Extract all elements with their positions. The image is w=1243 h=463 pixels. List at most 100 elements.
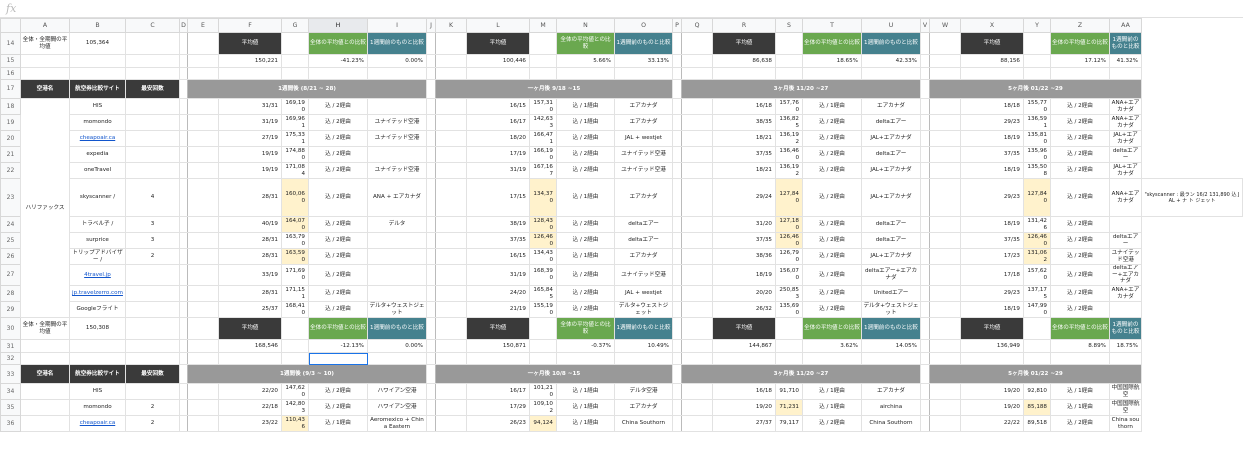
airline[interactable]: ハワイアン空港: [367, 383, 427, 401]
column-separator[interactable]: [920, 114, 930, 131]
column-separator[interactable]: [920, 248, 930, 265]
cell[interactable]: [187, 285, 219, 303]
stops[interactable]: 込 / 2経由: [556, 301, 615, 319]
column-separator[interactable]: [179, 399, 188, 417]
column-separator[interactable]: [672, 146, 682, 163]
period-header[interactable]: 1週間後 (8/21 ~ 28): [187, 79, 427, 99]
column-header-s[interactable]: S: [775, 18, 803, 33]
price[interactable]: 171,151: [281, 285, 309, 303]
column-header-c[interactable]: C: [125, 18, 180, 33]
cell[interactable]: [614, 67, 673, 80]
price[interactable]: 171,690: [281, 263, 309, 287]
column-separator[interactable]: [179, 263, 188, 287]
column-separator[interactable]: [179, 54, 188, 68]
cell[interactable]: [281, 352, 309, 366]
cell[interactable]: [218, 352, 282, 366]
column-separator[interactable]: [179, 248, 188, 265]
cell[interactable]: [929, 98, 961, 115]
dates[interactable]: 17/29: [466, 399, 530, 417]
stops[interactable]: 込 / 2経由: [1050, 162, 1110, 179]
column-separator[interactable]: [426, 114, 436, 131]
cell[interactable]: [802, 352, 862, 366]
dates[interactable]: 22/22: [960, 415, 1024, 433]
airline[interactable]: [367, 285, 427, 303]
column-separator[interactable]: [426, 98, 436, 115]
dates[interactable]: 33/19: [218, 263, 282, 287]
cell[interactable]: [281, 317, 309, 341]
column-header-k[interactable]: K: [435, 18, 467, 33]
cell[interactable]: [929, 339, 961, 354]
price[interactable]: 142,803: [281, 399, 309, 417]
stops[interactable]: 込 / 2経由: [802, 216, 862, 233]
cell[interactable]: [529, 339, 557, 354]
cell[interactable]: [435, 162, 467, 179]
dates[interactable]: 20/20: [712, 285, 776, 303]
price[interactable]: 164,070: [281, 216, 309, 233]
dates[interactable]: 18/19: [960, 301, 1024, 319]
column-header-y[interactable]: Y: [1023, 18, 1051, 33]
column-header-w[interactable]: W: [929, 18, 961, 33]
cell[interactable]: [681, 399, 713, 417]
price[interactable]: 168,410: [281, 301, 309, 319]
column-separator[interactable]: [672, 32, 682, 55]
stops[interactable]: 込 / 2経由: [802, 114, 862, 131]
dates[interactable]: 18/21: [712, 130, 776, 147]
price[interactable]: 169,961: [281, 114, 309, 131]
airline[interactable]: ANA+エアカナダ: [1109, 178, 1142, 217]
period-header[interactable]: 5ヶ月後 01/22 ~29: [929, 79, 1142, 99]
airline[interactable]: エアカナダ: [614, 98, 673, 115]
column-separator[interactable]: [920, 79, 930, 99]
column-separator[interactable]: [672, 54, 682, 68]
note-cell[interactable]: "skyscanner : 最ラン 16/2 131,890 込 JAL + ナ…: [1141, 178, 1243, 217]
min-count-header[interactable]: 最安回数: [125, 364, 180, 385]
column-header-b[interactable]: B: [69, 18, 126, 33]
cell[interactable]: [1109, 67, 1142, 80]
dates[interactable]: 31/19: [466, 263, 530, 287]
airline[interactable]: deltaエアー: [861, 114, 921, 131]
min-count[interactable]: [125, 130, 180, 147]
overall-compare-header[interactable]: 全体の平均値との比較: [1050, 32, 1110, 55]
cell[interactable]: [681, 162, 713, 179]
dates[interactable]: 18/21: [712, 162, 776, 179]
cell[interactable]: [681, 54, 713, 68]
cell[interactable]: [929, 162, 961, 179]
site-header[interactable]: 航空券比較サイト: [69, 79, 126, 99]
cell[interactable]: [281, 32, 309, 55]
column-separator[interactable]: [179, 98, 188, 115]
site-name[interactable]: momondo: [69, 399, 126, 417]
dates[interactable]: 19/19: [218, 146, 282, 163]
cell[interactable]: [435, 317, 467, 341]
stops[interactable]: 込 / 1経由: [1050, 399, 1110, 417]
price[interactable]: 165,845: [529, 285, 557, 303]
cell[interactable]: [125, 317, 180, 341]
cell[interactable]: [775, 54, 803, 68]
cell[interactable]: [681, 130, 713, 147]
column-separator[interactable]: [672, 364, 682, 385]
price[interactable]: 175,331: [281, 130, 309, 147]
column-separator[interactable]: [179, 301, 188, 319]
price[interactable]: 127,180: [775, 216, 803, 233]
cell[interactable]: [1023, 54, 1051, 68]
cell[interactable]: [929, 54, 961, 68]
cell[interactable]: [367, 67, 427, 80]
airline[interactable]: デルタ: [367, 216, 427, 233]
price[interactable]: 155,770: [1023, 98, 1051, 115]
overall-compare-header[interactable]: 全体の平均値との比較: [556, 317, 615, 341]
cell[interactable]: [187, 146, 219, 163]
cell[interactable]: [681, 317, 713, 341]
stops[interactable]: 込 / 2経由: [802, 415, 862, 433]
stops[interactable]: 込 / 2経由: [308, 285, 368, 303]
column-separator[interactable]: [920, 162, 930, 179]
column-separator[interactable]: [920, 399, 930, 417]
price[interactable]: 126,460: [775, 232, 803, 249]
row-header-33[interactable]: 33: [0, 364, 21, 385]
airport-header[interactable]: 空港名: [20, 364, 70, 385]
price[interactable]: 131,062: [1023, 248, 1051, 265]
cell[interactable]: [929, 301, 961, 319]
column-header-a[interactable]: A: [20, 18, 70, 33]
dates[interactable]: 26/23: [466, 415, 530, 433]
stops[interactable]: 込 / 2経由: [556, 146, 615, 163]
column-separator[interactable]: [426, 285, 436, 303]
week-compare-value[interactable]: 14.05%: [861, 339, 921, 354]
airline[interactable]: エアカナダ: [861, 98, 921, 115]
